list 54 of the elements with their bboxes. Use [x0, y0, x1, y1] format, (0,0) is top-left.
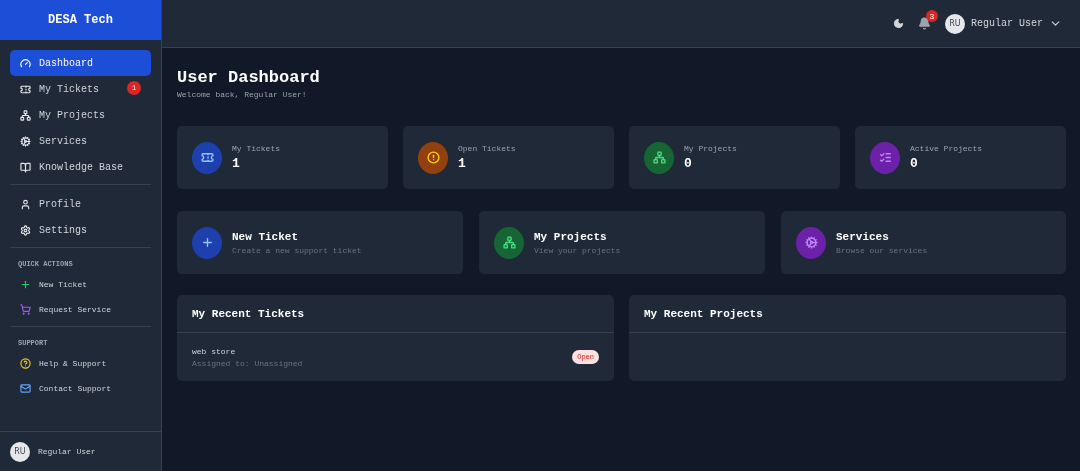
mail-icon: [20, 383, 31, 394]
alert-icon: [418, 141, 448, 174]
nav-item[interactable]: Request Service: [10, 297, 151, 322]
help-icon: [20, 358, 31, 369]
nav-item[interactable]: Knowledge Base: [10, 154, 151, 180]
nav-item[interactable]: Help & Support: [10, 351, 151, 376]
user-name: Regular User: [38, 447, 96, 456]
nav-item[interactable]: My Projects: [10, 102, 151, 128]
action-description: Browse our services: [836, 245, 928, 255]
ticket-title[interactable]: web store: [192, 346, 303, 356]
stat-value: 0: [910, 156, 919, 171]
nav-item[interactable]: Services: [10, 128, 151, 154]
user-menu[interactable]: RU Regular User: [945, 13, 1062, 34]
network-icon: [644, 141, 674, 174]
stat-value: 1: [458, 156, 467, 171]
notification-badge: 3: [926, 10, 938, 22]
bell-icon[interactable]: [918, 17, 931, 30]
user-avatar: RU: [10, 441, 30, 462]
stat-label: My Projects: [684, 144, 737, 153]
action-title: Services: [836, 230, 890, 243]
network-icon: [20, 109, 31, 121]
cart-icon: [20, 304, 31, 315]
user-icon: [20, 198, 31, 210]
moon-icon[interactable]: [893, 18, 904, 29]
panel-title: My Recent Tickets: [192, 307, 305, 320]
page-title: User Dashboard: [177, 68, 321, 87]
stat-label: Open Tickets: [458, 144, 516, 153]
gauge-icon: [20, 57, 31, 69]
action-card[interactable]: My Projects View your projects: [479, 211, 765, 274]
stat-value: 1: [232, 156, 241, 171]
list-icon: [870, 141, 900, 174]
ticket-assignee: Assigned to: Unassigned: [192, 358, 303, 368]
nav-item[interactable]: Dashboard: [10, 50, 151, 76]
plus-icon: [192, 226, 222, 259]
panel-title: My Recent Projects: [644, 307, 763, 320]
stat-label: Active Projects: [910, 144, 982, 153]
page-subtitle: Welcome back, Regular User!: [177, 90, 308, 99]
plus-icon: [20, 279, 31, 290]
nav-item[interactable]: Profile: [10, 191, 151, 217]
action-title: My Projects: [534, 230, 608, 243]
brand-title: DESA Tech: [0, 0, 161, 40]
nav-item[interactable]: New Ticket: [10, 272, 151, 297]
action-description: View your projects: [534, 245, 621, 255]
stat-label: My Tickets: [232, 144, 280, 153]
network-icon: [494, 226, 524, 259]
ticket-icon: [20, 83, 31, 95]
action-card[interactable]: Services Browse our services: [781, 211, 1066, 274]
ticket-icon: [192, 141, 222, 174]
book-icon: [20, 161, 31, 173]
nav-item[interactable]: Settings: [10, 217, 151, 243]
stat-value: 0: [684, 156, 693, 171]
settings-icon: [20, 224, 31, 236]
action-title: New Ticket: [232, 230, 299, 243]
nav-item[interactable]: Contact Support: [10, 376, 151, 401]
